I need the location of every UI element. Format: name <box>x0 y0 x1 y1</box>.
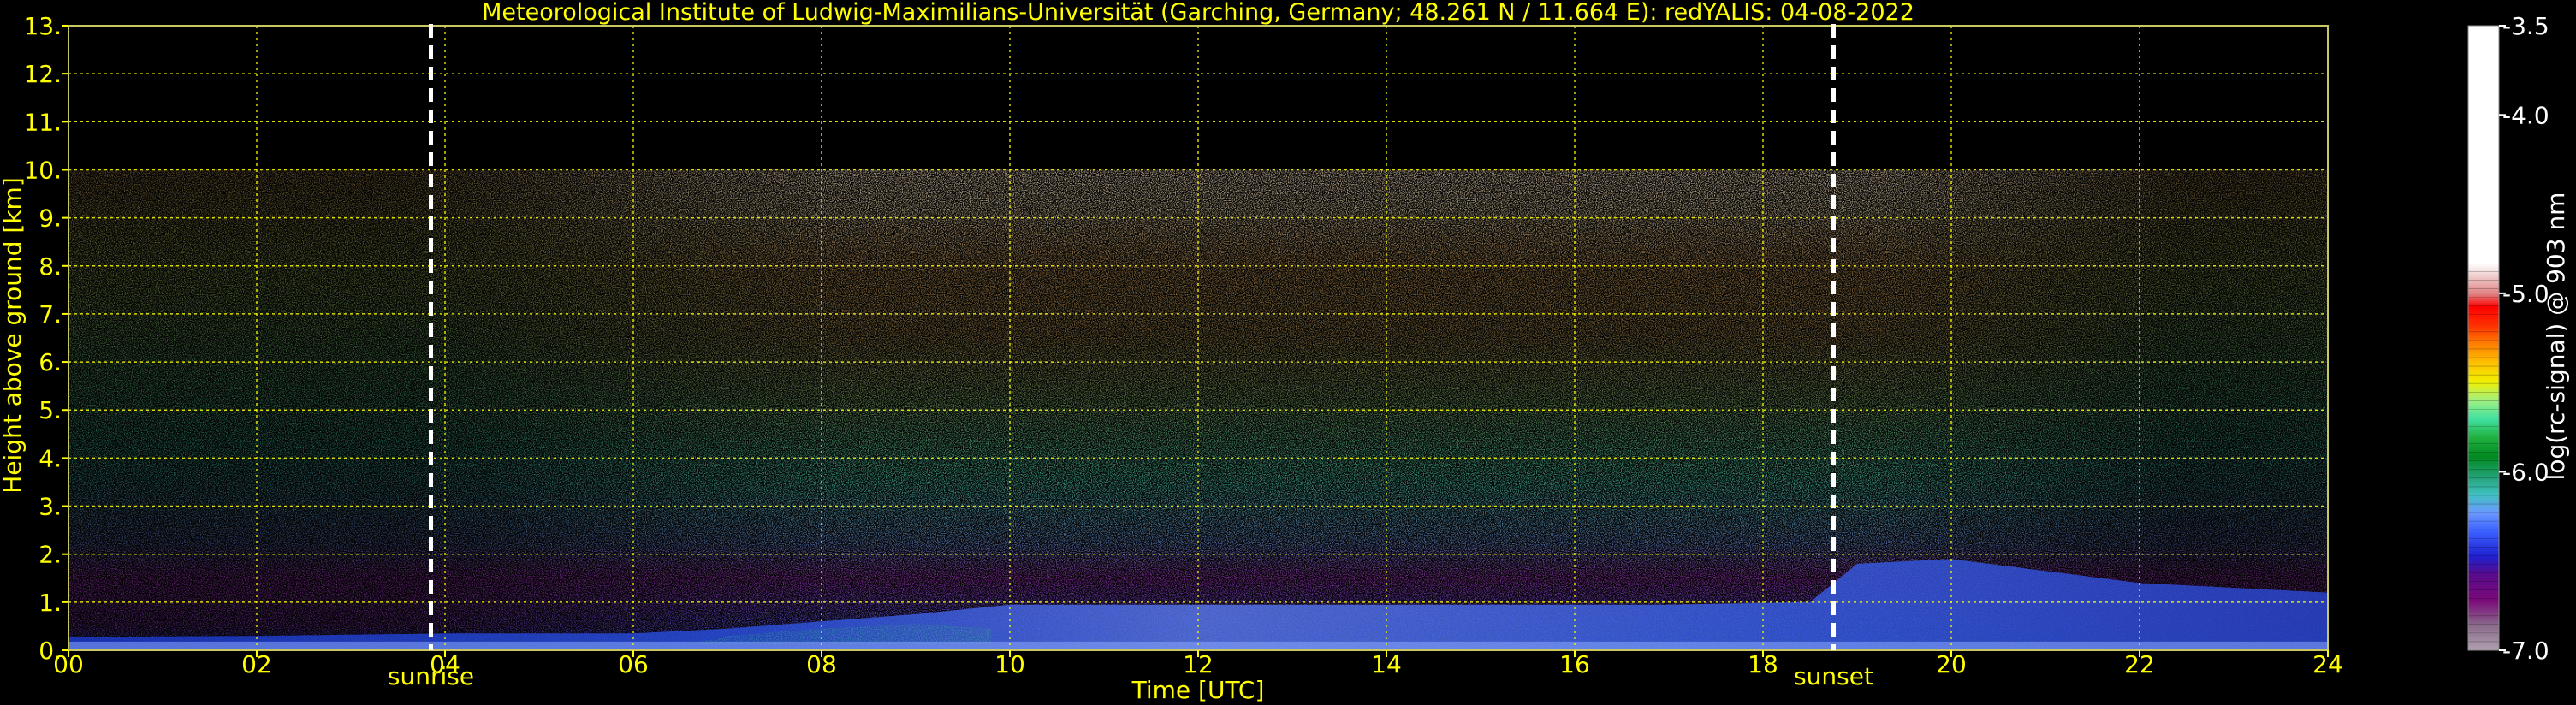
y-tick-label: 13. <box>23 12 62 40</box>
y-tick-label: 6. <box>39 348 62 376</box>
x-tick-label: 04 <box>430 650 460 678</box>
x-tick-label: 10 <box>994 650 1025 678</box>
x-tick-label: 24 <box>2312 650 2343 678</box>
colorbar-label: log(rc-signal) @ 903 nm <box>2542 193 2570 481</box>
y-tick-label: 0. <box>39 637 62 665</box>
colorbar-tick-label: -3.5 <box>2502 12 2549 40</box>
sunset-label: sunset <box>1794 662 1873 690</box>
x-axis-label: Time [UTC] <box>1131 676 1265 704</box>
y-tick-label: 8. <box>39 252 62 281</box>
lidar-chart: sunrise sunset 00 02 04 06 08 10 12 14 16 18 20 22 24… <box>0 0 2570 704</box>
y-axis-label: Height above ground [km] <box>0 177 27 494</box>
x-tick-label: 02 <box>241 650 272 678</box>
x-tick-label: 18 <box>1748 650 1778 678</box>
x-tick-label: 12 <box>1183 650 1214 678</box>
x-tick-label: 08 <box>806 650 837 678</box>
y-tick-label: 11. <box>23 108 62 136</box>
y-tick-label: 4. <box>39 444 62 472</box>
x-tick-label: 16 <box>1559 650 1590 678</box>
y-tick-label: 3. <box>39 493 62 521</box>
x-tick-label: 06 <box>618 650 649 678</box>
lidar-quicklook: sunrise sunset 00 02 04 06 08 10 12 14 16 18 20 22 24… <box>0 0 2576 705</box>
y-tick-label: 5. <box>39 396 62 424</box>
x-tick-label: 20 <box>1936 650 1967 678</box>
y-tick-label: 9. <box>39 204 62 233</box>
x-tick-label: 22 <box>2124 650 2155 678</box>
colorbar-gradient <box>2468 26 2499 650</box>
y-tick-label: 7. <box>39 300 62 329</box>
colorbar-tick-label: -4.0 <box>2502 101 2549 129</box>
colorbar-tick-label: -7.0 <box>2502 637 2549 665</box>
x-tick-label: 14 <box>1371 650 1402 678</box>
y-tick-label: 12. <box>23 60 62 88</box>
y-tick-label: 10. <box>23 156 62 184</box>
y-tick-label: 1. <box>39 589 62 617</box>
y-tick-label: 2. <box>39 541 62 569</box>
chart-title: Meteorological Institute of Ludwig-Maxim… <box>482 0 1914 26</box>
colorbar: -3.5-4.0-5.0-6.0-7.0 <box>2467 12 2549 665</box>
